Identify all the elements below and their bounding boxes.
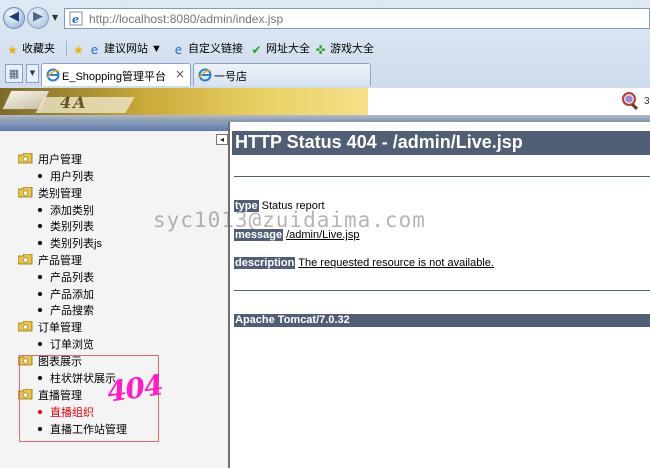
fav-url-directory[interactable]: ✔ 网址大全 (250, 40, 310, 57)
menu-item-label: 类别列表js (50, 238, 102, 250)
tab-list-dropdown-icon[interactable]: ▼ (26, 64, 39, 83)
browser-chrome: ◀ ▶ ▼ e http://localhost:8080/admin/inde… (0, 0, 650, 88)
menu-item-category-list[interactable]: 类别列表 (38, 218, 94, 234)
star-icon: ★ (7, 43, 18, 57)
error-description-label: description (234, 257, 296, 269)
menu-item-label: 用户列表 (50, 171, 94, 183)
menu-item-user-list[interactable]: 用户列表 (38, 168, 94, 184)
bullet-icon (38, 208, 42, 212)
fav-custom-links[interactable]: e 自定义链接 (172, 40, 243, 57)
menu-group-user[interactable]: 用户管理 (18, 151, 82, 167)
bullet-icon (38, 224, 42, 228)
menu-item-add-category[interactable]: 添加类别 (38, 202, 94, 218)
history-dropdown-icon[interactable]: ▼ (52, 13, 58, 22)
collapse-sidebar-button[interactable]: ◂ (216, 134, 228, 145)
tab-eshopping[interactable]: E_Shopping管理平台 × (41, 63, 191, 86)
menu-item-label: 产品添加 (50, 289, 94, 301)
menu-item-search-product[interactable]: 产品搜索 (38, 302, 94, 318)
folder-icon (18, 321, 33, 332)
divider (234, 176, 650, 177)
add-favorite-icon: ★ (73, 43, 84, 57)
arrow-left-icon: ◂ (219, 135, 224, 144)
address-bar[interactable]: e http://localhost:8080/admin/index.jsp (64, 8, 650, 29)
forward-button[interactable]: ▶ (27, 7, 49, 29)
menu-group-label: 订单管理 (38, 322, 82, 334)
fav-games-label: 游戏大全 (330, 43, 374, 55)
fav-games[interactable]: ✜ 游戏大全 (314, 40, 374, 57)
game-controller-icon: ✜ (315, 43, 326, 57)
favorites-button[interactable]: ★ 收藏夹 (6, 40, 55, 57)
menu-group-label: 产品管理 (38, 255, 82, 267)
suggested-sites-icon: e (90, 43, 99, 57)
bullet-icon (38, 308, 42, 312)
bullet-icon (38, 241, 42, 245)
banner-logo: 4A (60, 93, 88, 112)
menu-item-label: 添加类别 (50, 205, 94, 217)
folder-icon (18, 254, 33, 265)
quick-tabs-icon[interactable]: ▦ (5, 64, 23, 83)
menu-group-order[interactable]: 订单管理 (18, 319, 82, 335)
error-title: HTTP Status 404 - /admin/Live.jsp (232, 131, 650, 155)
favorites-label: 收藏夹 (22, 43, 55, 55)
divider (234, 290, 650, 291)
tab-yihaodian[interactable]: 一号店 (193, 63, 371, 86)
error-type-value: Status report (261, 200, 325, 212)
menu-group-category[interactable]: 类别管理 (18, 185, 82, 201)
bullet-icon (38, 275, 42, 279)
url-host: http://localhost (89, 12, 167, 26)
folder-icon (18, 153, 33, 164)
favorites-bar: ★ 收藏夹 ★ e 建议网站 ▼ e 自定义链接 ✔ 网址大全 ✜ 游戏大全 (0, 37, 650, 59)
bullet-icon (38, 292, 42, 296)
menu-group-label: 用户管理 (38, 154, 82, 166)
error-type-row: type Status report (234, 200, 325, 212)
menu-item-category-list-js[interactable]: 类别列表js (38, 235, 102, 251)
arrow-right-icon: ▶ (33, 9, 43, 24)
menu-group-label: 类别管理 (38, 188, 82, 200)
error-message-value: /admin/Live.jsp (286, 229, 360, 241)
tab-label: 一号店 (214, 71, 247, 83)
tab-label: E_Shopping管理平台 (62, 71, 166, 83)
menu-item-order-browse[interactable]: 订单浏览 (38, 336, 94, 352)
bullet-icon (38, 342, 42, 346)
ie-page-icon: e (69, 11, 83, 26)
error-description-row: description The requested resource is not… (234, 257, 494, 269)
menu-group-product[interactable]: 产品管理 (18, 252, 82, 268)
check-icon: ✔ (251, 43, 262, 57)
url-text[interactable]: http://localhost:8080/admin/index.jsp (89, 12, 283, 26)
menu-item-label: 产品搜索 (50, 305, 94, 317)
menu-item-add-product[interactable]: 产品添加 (38, 286, 94, 302)
content-frame: HTTP Status 404 - /admin/Live.jsp type St… (232, 122, 650, 468)
tab-bar: ▦ ▼ E_Shopping管理平台 × 一号店 (0, 62, 650, 86)
header-divider (0, 115, 650, 122)
error-type-label: type (234, 200, 259, 212)
search-icon[interactable] (621, 91, 641, 111)
fav-suggested-sites[interactable]: ★ e 建议网站 ▼ (72, 40, 162, 57)
menu-item-label: 产品列表 (50, 272, 94, 284)
header-user-text: 3 (644, 96, 650, 107)
error-message-row: message/admin/Live.jsp (234, 229, 359, 241)
app-header: 4A 3 (0, 88, 650, 115)
arrow-left-icon: ◀ (9, 9, 19, 24)
fav-custom-label: 自定义链接 (188, 43, 243, 55)
menu-item-label: 类别列表 (50, 221, 94, 233)
error-description-value: The requested resource is not available. (298, 257, 494, 269)
url-path: :8080/admin/index.jsp (166, 12, 284, 26)
svg-text:e: e (72, 13, 79, 26)
server-info: Apache Tomcat/7.0.32 (234, 314, 650, 327)
folder-icon (18, 187, 33, 198)
ie-logo-icon (198, 68, 212, 82)
ie-logo-icon (46, 68, 60, 82)
menu-item-product-list[interactable]: 产品列表 (38, 269, 94, 285)
back-button[interactable]: ◀ (3, 7, 25, 29)
error-message-label: message (234, 229, 284, 241)
fav-suggested-label: 建议网站 ▼ (104, 43, 162, 55)
sidebar-top-bar (0, 122, 228, 131)
ie-page-icon: e (174, 43, 183, 57)
bullet-icon (38, 174, 42, 178)
fav-url-label: 网址大全 (266, 43, 310, 55)
divider (66, 41, 67, 56)
menu-item-label: 订单浏览 (50, 339, 94, 351)
close-tab-icon[interactable]: × (175, 67, 185, 81)
header-banner: 4A (0, 88, 368, 115)
